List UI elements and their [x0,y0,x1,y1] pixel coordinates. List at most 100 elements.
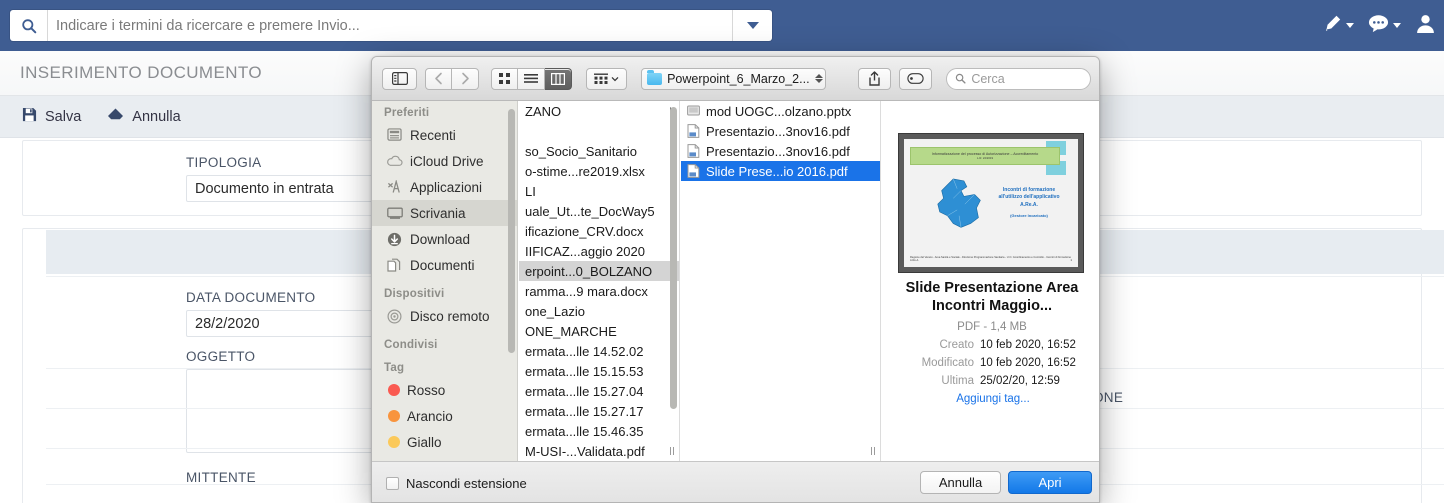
cancel-button[interactable]: Annulla [107,107,180,127]
sidebar-group-title: Tag [372,354,517,377]
list-item-selected[interactable]: Slide Prese...io 2016.pdf [681,161,880,181]
list-item[interactable]: mod UOGC...olzano.pptx [681,101,880,121]
tag-dot-red-icon [388,384,400,396]
forward-button[interactable] [452,68,479,90]
metadata-row: Creato 10 feb 2020, 16:52 [890,337,1096,355]
sidebar-item-tag-arancio[interactable]: Arancio [372,403,517,429]
column-view-button[interactable] [545,68,572,90]
sidebar-item-label: Arancio [407,409,453,424]
slide-headline-subtext: (Gestore Incaricato) [992,213,1066,219]
share-button[interactable] [858,68,891,90]
sidebar-item-tag-giallo[interactable]: Giallo [372,429,517,455]
tag-button[interactable] [899,68,932,90]
checkbox-box [386,477,399,490]
dialog-cancel-button[interactable]: Annulla [920,471,1001,494]
list-item[interactable]: uale_Ut...te_DocWay5 [519,201,679,221]
sidebar-item-label: Disco remoto [410,309,490,324]
list-item[interactable]: ermata...lle 15.27.04 [519,381,679,401]
sidebar-group-title: Condivisi [372,329,517,354]
preview-title: Slide Presentazione Area Incontri Maggio… [892,279,1092,315]
search-dropdown-button[interactable] [732,10,772,41]
back-button[interactable] [425,68,452,90]
list-item[interactable]: M-USI-...Validata.pdf [519,441,679,461]
global-search-bar[interactable] [10,10,772,41]
list-item[interactable]: ermata...lle 15.46.35 [519,421,679,441]
slide-banner-subtext: L.R. 22/2019 [977,156,993,160]
path-popup-button[interactable]: Powerpoint_6_Marzo_2... [641,68,826,90]
dialog-open-button[interactable]: Apri [1008,471,1092,494]
metadata-key: Modificato [890,355,974,373]
tipologia-label: TIPOLOGIA [186,155,261,170]
column-2-resize-handle[interactable] [866,441,880,461]
app-top-bar [0,0,1444,51]
arrange-button[interactable] [586,68,627,90]
list-item[interactable]: Presentazio...3nov16.pdf [681,121,880,141]
sidebar-item-icloud-drive[interactable]: iCloud Drive [372,148,517,174]
veneto-map-icon [932,177,990,239]
search-input[interactable] [48,10,732,41]
pencil-menu-button[interactable] [1323,14,1354,38]
slide-headline: Incontri di formazione all'utilizzo dell… [992,187,1066,219]
remote-disc-icon [386,309,403,324]
sidebar-toggle-button[interactable] [382,68,417,90]
sidebar-item-disco-remoto[interactable]: Disco remoto [372,303,517,329]
dialog-search-field[interactable]: Cerca [946,68,1091,90]
preview-kind: PDF - 1,4 MB [892,321,1092,333]
sidebar-item-scrivania[interactable]: Scrivania [372,200,517,226]
list-item[interactable]: Presentazio...3nov16.pdf [681,141,880,161]
sidebar-item-documenti[interactable]: Documenti [372,252,517,278]
pdf-file-icon [687,164,701,179]
path-label: Powerpoint_6_Marzo_2... [667,72,809,86]
sidebar-item-label: Documenti [410,258,475,273]
sidebar-item-recenti[interactable]: Recenti [372,122,517,148]
user-account-button[interactable] [1415,13,1436,39]
topbar-actions [1323,0,1436,51]
dialog-sidebar: Preferiti Recenti iCloud Drive [372,101,518,461]
sidebar-item-download[interactable]: Download [372,226,517,252]
dialog-search-placeholder: Cerca [971,72,1004,86]
file-name: uale_Ut...te_DocWay5 [525,204,675,219]
comment-menu-button[interactable] [1368,14,1401,38]
list-item[interactable]: LI [519,181,679,201]
save-icon [22,107,37,127]
metadata-value: 10 feb 2020, 16:52 [980,355,1076,373]
file-name: ONE_MARCHE [525,324,665,339]
file-name: Presentazio...3nov16.pdf [706,144,876,159]
icon-view-button[interactable] [491,68,518,90]
metadata-value: 25/02/20, 12:59 [980,373,1060,391]
list-item[interactable]: ermata...lle 15.27.17 [519,401,679,421]
list-item-selected[interactable]: erpoint...0_BOLZANO [519,261,679,281]
list-item[interactable]: IIFICAZ...aggio 2020 [519,241,679,261]
hide-extension-label: Nascondi estensione [406,476,527,491]
sidebar-item-tag-rosso[interactable]: Rosso [372,377,517,403]
sidebar-item-applicazioni[interactable]: Applicazioni [372,174,517,200]
list-item[interactable]: ermata...lle 15.15.53 [519,361,679,381]
list-view-button[interactable] [518,68,545,90]
list-item[interactable]: ZANO [519,101,679,121]
sidebar-item-label: iCloud Drive [410,154,484,169]
list-item[interactable]: ONE_MARCHE [519,321,679,341]
list-item[interactable]: ificazione_CRV.docx [519,221,679,241]
metadata-row: Modificato 10 feb 2020, 16:52 [890,355,1096,373]
eraser-icon [107,107,124,127]
list-item[interactable]: so_Socio_Sanitario [519,141,679,161]
column-1-scrollbar[interactable] [670,107,677,409]
file-name: ermata...lle 15.15.53 [525,364,675,379]
dialog-footer: Nascondi estensione Annulla Apri [372,461,1100,503]
oggetto-label: OGGETTO [186,349,255,364]
add-tag-link[interactable]: Aggiungi tag... [890,393,1096,405]
pdf-file-icon [687,124,701,139]
list-item[interactable] [519,121,679,141]
list-item[interactable]: ramma...9 mara.docx [519,281,679,301]
file-name: Slide Prese...io 2016.pdf [706,164,876,179]
applications-icon [386,180,403,195]
list-item[interactable]: one_Lazio [519,301,679,321]
hide-extension-checkbox[interactable]: Nascondi estensione [386,476,527,491]
metadata-key: Creato [890,337,974,355]
sidebar-scrollbar[interactable] [508,109,515,353]
list-item[interactable]: o-stime...re2019.xlsx [519,161,679,181]
list-item[interactable]: ermata...lle 14.52.02 [519,341,679,361]
column-1-resize-handle[interactable] [665,441,679,461]
save-button[interactable]: Salva [22,107,81,127]
sidebar-item-label: Applicazioni [410,180,482,195]
